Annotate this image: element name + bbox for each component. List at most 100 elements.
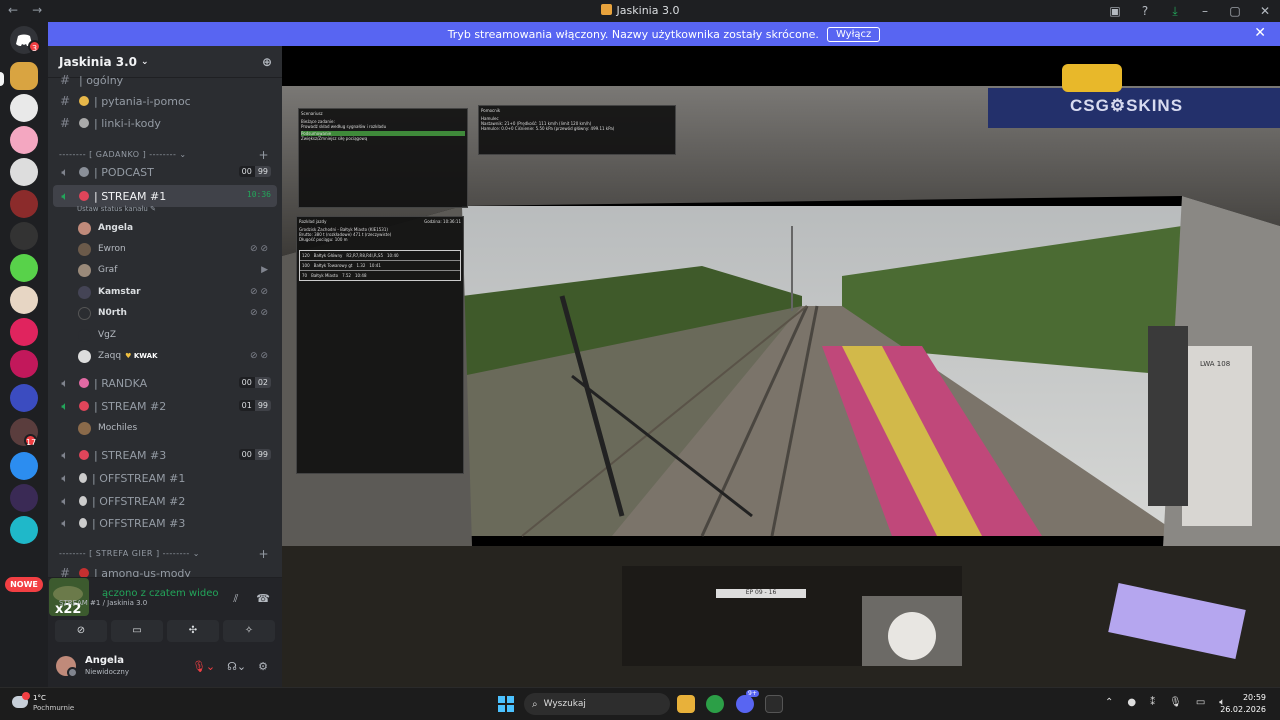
voice-stream3[interactable]: 🔈︎ | STREAM #3 00 99 — [53, 445, 277, 465]
banner-close-icon[interactable]: ✕ — [1254, 25, 1266, 41]
camera-off-button[interactable]: ⊘ — [55, 620, 107, 642]
streamer-mode-banner: Tryb streamowania włączony. Nazwy użytko… — [48, 22, 1280, 46]
taskbar: 1°C Pochmurnie ⌕ Wyszukaj 9+ ⌃ ● ⁑ 🎙︎ ▭ 🔈… — [0, 687, 1280, 720]
voice-offstream3[interactable]: 🔈︎ | OFFSTREAM #3 — [53, 513, 277, 533]
voice-member[interactable]: Ewron ⊘ ⊘ — [78, 239, 276, 259]
headphones-icon[interactable]: ☊⌄ — [227, 660, 246, 673]
category-gadanko[interactable]: -------- [ GADANKO ] -------- ⌄ + — [59, 148, 277, 162]
server-2[interactable] — [10, 94, 38, 122]
voice-member[interactable]: N0rth ⊘ ⊘ — [78, 303, 276, 323]
server-14[interactable] — [10, 484, 38, 512]
disable-streamer-mode-button[interactable]: Wyłącz — [826, 26, 881, 42]
display-icon[interactable]: ▭ — [1196, 697, 1205, 708]
start-button[interactable] — [498, 696, 514, 712]
server-4[interactable] — [10, 158, 38, 186]
panel-label: LWA 108 — [1200, 360, 1231, 368]
search-box[interactable]: ⌕ Wyszukaj — [524, 693, 670, 715]
mic-muted-icon[interactable]: 🎙︎⌄ — [192, 660, 215, 673]
voice-member[interactable]: Angela — [78, 218, 276, 238]
channel-label: | pytania-i-pomoc — [94, 94, 191, 108]
window-line: Zwiększ/Zmniejsz siłę pociągową — [301, 136, 368, 141]
server-8[interactable] — [10, 286, 38, 314]
voice-member[interactable]: Zaqq ♥ KWAK ⊘ ⊘ — [78, 346, 276, 366]
member-name: Kamstar — [98, 287, 141, 297]
member-name: Graf — [98, 265, 118, 275]
server-15[interactable] — [10, 516, 38, 544]
server-13[interactable] — [10, 452, 38, 480]
voice-member[interactable]: Kamstar ⊘ ⊘ — [78, 282, 276, 302]
voice-connection-panel: x22 ączono z czatem wideo STREAM #1 / Ja… — [48, 577, 282, 687]
server-pill — [0, 72, 4, 86]
gear-icon[interactable]: ⚙ — [258, 660, 268, 673]
server-11[interactable] — [10, 384, 38, 412]
avatar[interactable] — [56, 656, 78, 678]
server-jaskinia[interactable] — [10, 62, 38, 90]
file-explorer-icon[interactable] — [677, 695, 695, 713]
window-controls: ▣ ? ⤓ – ▢ ✕ — [1100, 0, 1280, 22]
channel-label: | STREAM #1 — [94, 189, 167, 203]
voice-member[interactable]: Mochiles — [78, 418, 276, 438]
member-name: Mochiles — [98, 423, 138, 433]
tray-app-icon[interactable]: ● — [1127, 697, 1136, 708]
add-channel-icon[interactable]: + — [258, 547, 269, 561]
channel-linki[interactable]: # | linki-i-kody — [53, 113, 277, 133]
chrome-icon[interactable] — [706, 695, 724, 713]
search-icon: ⌕ — [532, 698, 538, 710]
chevron-up-icon[interactable]: ⌃ — [1105, 697, 1113, 708]
banner-text: Tryb streamowania włączony. Nazwy użytko… — [447, 27, 819, 41]
soundboard-button[interactable]: ✧ — [223, 620, 275, 642]
voice-podcast[interactable]: 🔈︎ | PODCAST 00 99 — [53, 162, 277, 182]
server-5[interactable] — [10, 190, 38, 218]
help-icon[interactable]: ? — [1130, 4, 1160, 18]
member-name: Angela — [98, 223, 134, 233]
stream-timer: 10:36 — [246, 190, 271, 199]
disconnect-icon[interactable]: ☎ — [256, 592, 270, 606]
server-6[interactable] — [10, 222, 38, 250]
category-strefa-gier[interactable]: -------- [ STREFA GIER ] -------- ⌄ + — [59, 547, 277, 561]
add-channel-icon[interactable]: + — [258, 148, 269, 162]
server-10[interactable] — [10, 350, 38, 378]
voice-status-subtitle[interactable]: STREAM #1 / Jaskinia 3.0 — [59, 599, 147, 607]
inbox-icon[interactable]: ▣ — [1100, 4, 1130, 18]
hash-icon: # — [59, 73, 71, 87]
maximize-button[interactable]: ▢ — [1220, 4, 1250, 18]
scenario-window: Scenariusz Bieżące zadanie: Prowadź skła… — [298, 108, 468, 208]
window-line: Hamulce: 0.0+0 Ciśnienie: 5.50 kPa (prze… — [481, 126, 615, 131]
voice-member[interactable]: Graf ▶ — [78, 260, 276, 280]
weather-badge — [22, 692, 30, 700]
server-7[interactable] — [10, 254, 38, 282]
red-circle-icon — [79, 191, 89, 201]
close-button[interactable]: ✕ — [1250, 4, 1280, 18]
server-3[interactable] — [10, 126, 38, 154]
channel-label: | OFFSTREAM #2 — [92, 494, 186, 508]
invite-icon[interactable]: ⊕ — [262, 55, 272, 69]
voice-member[interactable]: VgZ — [78, 325, 276, 345]
discord-taskbar-icon[interactable] — [736, 695, 754, 713]
channel-status[interactable]: Ustaw status kanału ✎ — [77, 205, 156, 213]
window-title: Jaskinia 3.0 — [0, 4, 1280, 17]
table-row: 100 Bałtyk Towarowy gt 1.32 10:41 — [300, 261, 460, 271]
screen-share-button[interactable]: ▭ — [111, 620, 163, 642]
voice-stream2[interactable]: 🔈︎ | STREAM #2 01 99 — [53, 396, 277, 416]
search-placeholder: Wyszukaj — [543, 699, 586, 709]
voice-offstream2[interactable]: 🔈︎ | OFFSTREAM #2 — [53, 491, 277, 511]
voice-stream1[interactable]: 🔈︎ | STREAM #1 10:36 — [53, 185, 277, 207]
tray-app-icon[interactable]: ⁑ — [1150, 697, 1155, 708]
download-icon[interactable]: ⤓ — [1160, 4, 1190, 19]
channel-pytania[interactable]: # | pytania-i-pomoc — [53, 91, 277, 111]
speaker-emoji-icon — [79, 518, 87, 528]
stream-view[interactable]: CSG⚙SKINS Scenariusz Bieżące zadanie: Pr… — [282, 46, 1280, 687]
channel-ogolny[interactable]: # | ogólny — [53, 70, 277, 90]
game-icon[interactable] — [765, 695, 783, 713]
voice-randka[interactable]: 🔈︎ | RANDKA 00 02 — [53, 373, 277, 393]
guild-name: Jaskinia 3.0 — [59, 54, 137, 69]
clock[interactable]: 20:59 26.02.2026 — [1220, 692, 1266, 716]
avatar — [78, 221, 91, 235]
server-9[interactable] — [10, 318, 38, 346]
minimize-button[interactable]: – — [1190, 4, 1220, 18]
microphone-icon[interactable]: 🎙︎ — [1169, 697, 1182, 708]
activities-button[interactable]: ✣ — [167, 620, 219, 642]
window-title: Scenariusz — [301, 111, 323, 116]
voice-offstream1[interactable]: 🔈︎ | OFFSTREAM #1 — [53, 468, 277, 488]
noise-suppression-icon[interactable]: ⫽ — [233, 592, 238, 606]
